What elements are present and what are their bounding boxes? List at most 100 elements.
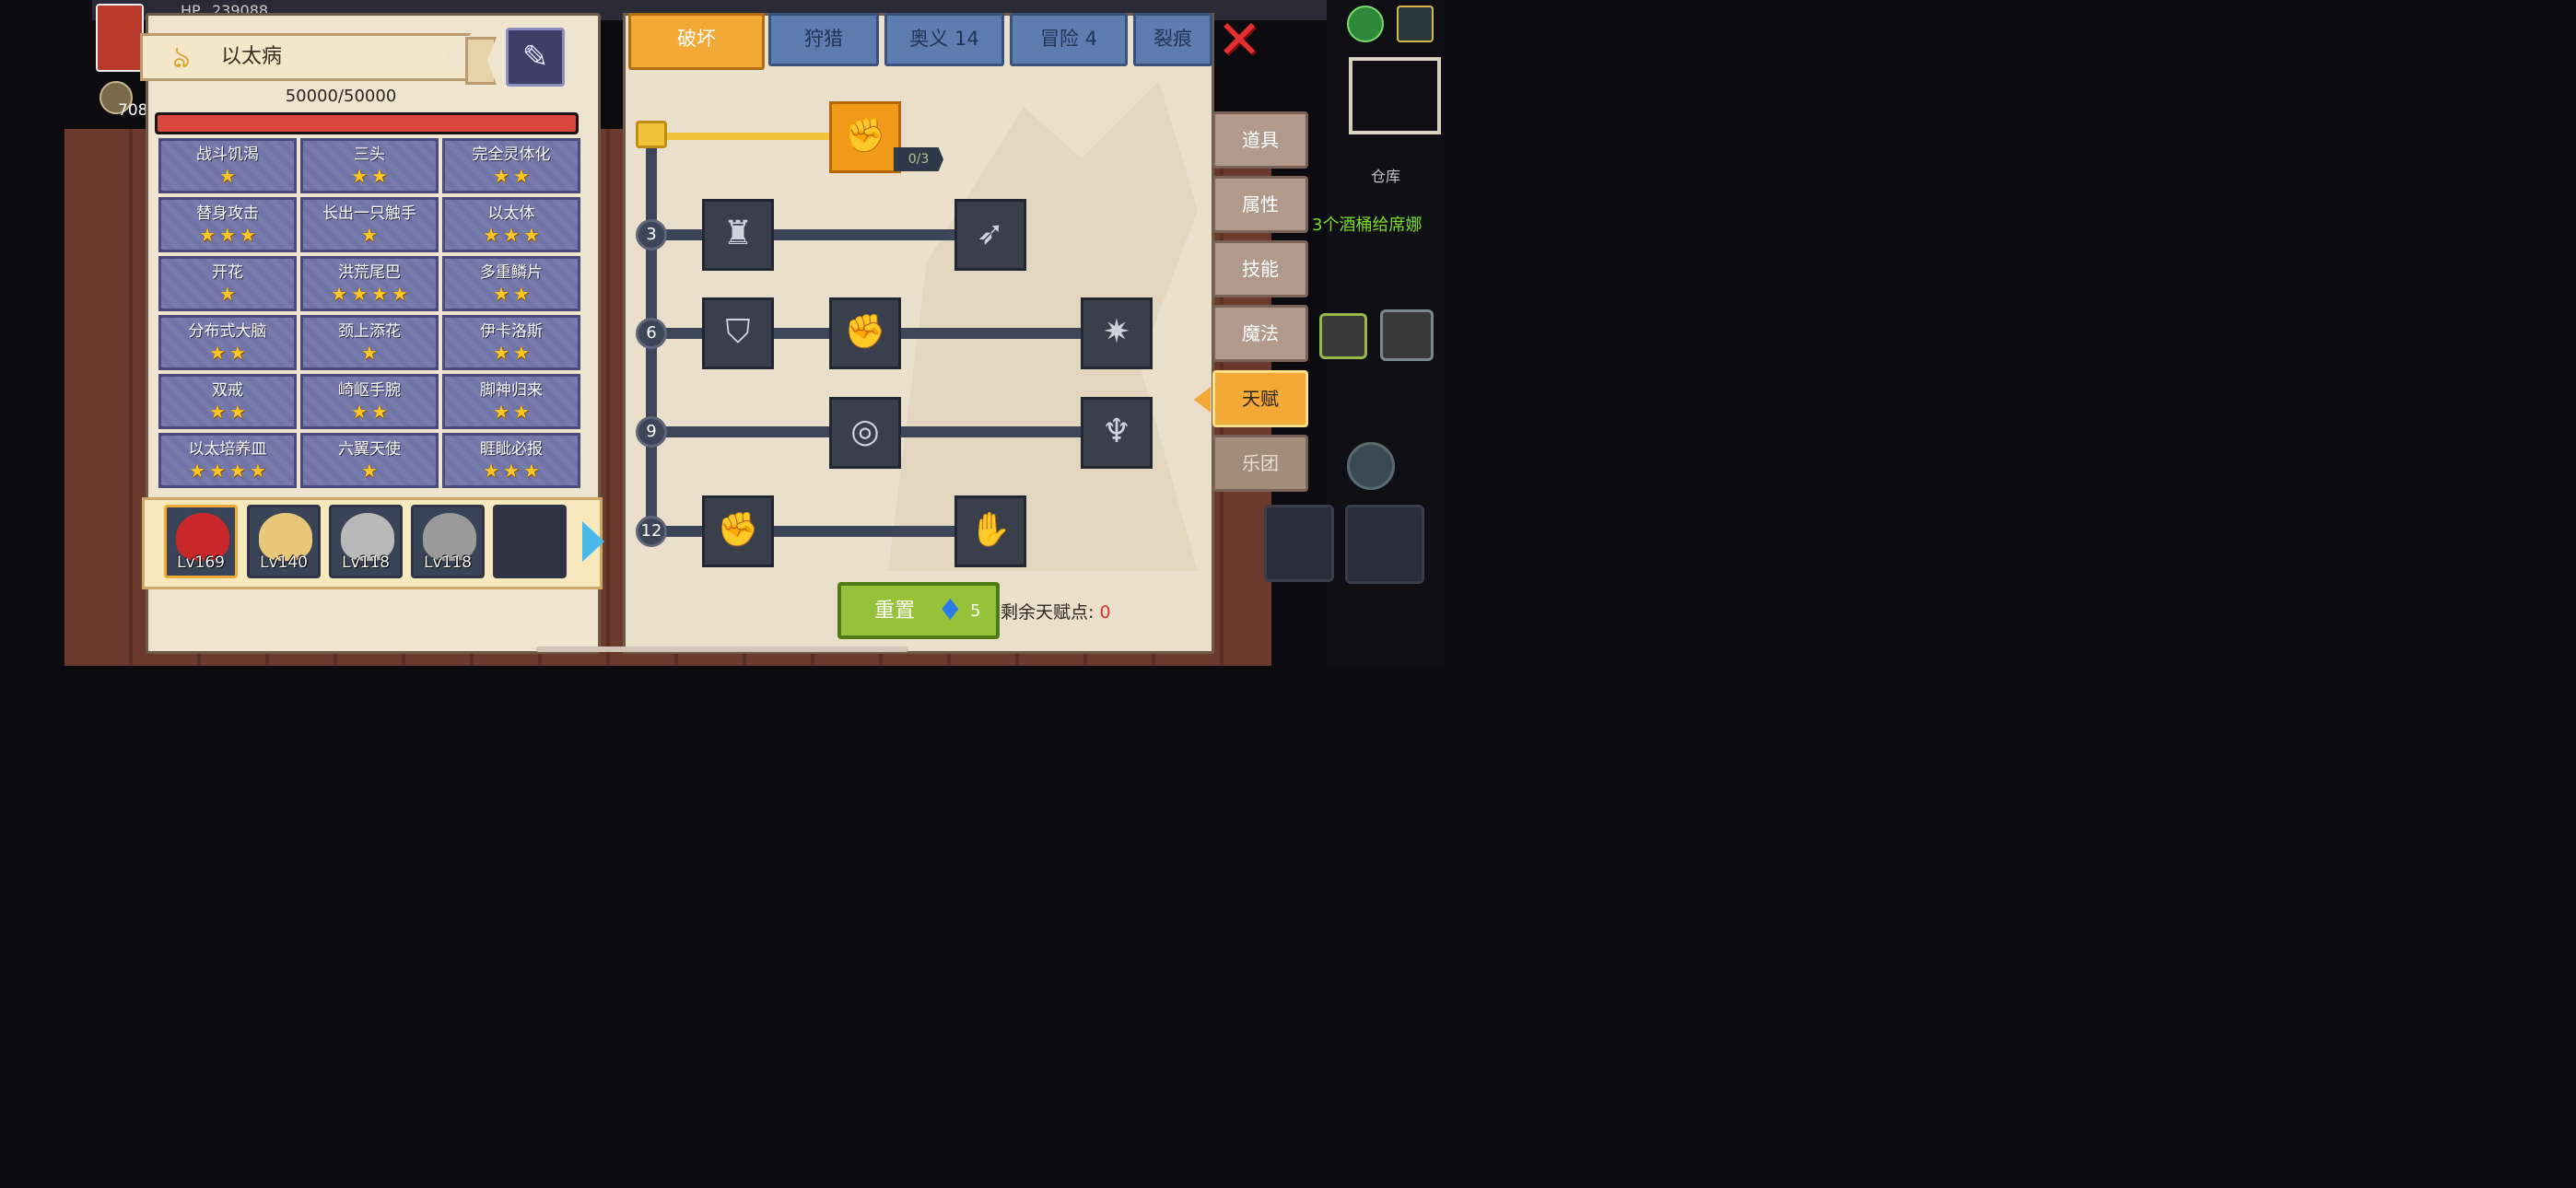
talent-muscle-icon[interactable]: ♜	[702, 199, 774, 271]
tab-destroy[interactable]: 破坏	[628, 13, 765, 70]
sword-slot[interactable]	[1264, 505, 1334, 582]
trait-cell[interactable]: 战斗饥渴 ★	[158, 138, 297, 193]
side-tab-magic[interactable]: 魔法	[1212, 305, 1308, 362]
trait-name: 脚神归来	[480, 381, 543, 400]
trait-cell[interactable]: 伊卡洛斯 ★ ★	[442, 315, 580, 370]
tab-adventure[interactable]: 冒险 4	[1010, 13, 1128, 66]
trait-name: 崎岖手腕	[338, 381, 401, 400]
side-tab-attributes[interactable]: 属性	[1212, 176, 1308, 233]
star-icon: ★	[209, 460, 226, 482]
talent-splash-icon[interactable]: ✷	[1081, 297, 1153, 369]
star-icon: ★	[493, 342, 509, 364]
trait-cell[interactable]: 以太体 ★ ★ ★	[442, 197, 580, 252]
star-icon: ★	[229, 401, 246, 423]
trait-cell[interactable]: 洪荒尾巴 ★ ★ ★ ★	[300, 256, 439, 311]
side-tab-band[interactable]: 乐团	[1212, 435, 1308, 492]
star-icon: ★	[239, 224, 256, 246]
tier-badge: 12	[636, 516, 667, 547]
trait-stars: ★ ★ ★	[483, 460, 540, 481]
star-icon: ★	[522, 460, 540, 482]
star-icon: ★	[229, 342, 246, 364]
minimap[interactable]	[1349, 57, 1441, 134]
tab-rift[interactable]: 裂痕	[1133, 13, 1212, 66]
trait-name: 完全灵体化	[472, 146, 551, 164]
star-icon: ★	[503, 460, 520, 482]
trait-name: 以太体	[487, 204, 535, 223]
trait-cell[interactable]: 开花 ★	[158, 256, 297, 311]
trait-cell[interactable]: 替身攻击 ★ ★ ★	[158, 197, 297, 252]
talent-arrow-icon[interactable]: ➶	[954, 199, 1026, 271]
exit-map-icon[interactable]	[1397, 6, 1434, 42]
syringe-button[interactable]: ✎	[506, 28, 565, 87]
boss-hp-fill	[158, 115, 576, 132]
trait-stars: ★	[219, 284, 236, 304]
side-tab-talent[interactable]: 天赋	[1212, 370, 1308, 427]
trait-cell[interactable]: 长出一只触手 ★	[300, 197, 439, 252]
shuriken-button[interactable]	[1347, 442, 1395, 490]
team-member-2[interactable]: Lv140	[247, 505, 321, 578]
talent-punch-icon[interactable]: ✊	[829, 297, 901, 369]
egg-slot[interactable]	[1380, 309, 1434, 361]
star-icon: ★	[361, 460, 378, 482]
trait-cell[interactable]: 以太培养皿 ★ ★ ★ ★	[158, 433, 297, 488]
star-icon: ★	[199, 224, 217, 246]
tier-badge: 6	[636, 318, 667, 349]
ether-wind-icon: ঌ	[172, 40, 191, 75]
team-member-3[interactable]: Lv118	[329, 505, 403, 578]
reset-gem-count: 5	[970, 601, 981, 621]
talent-fist-icon[interactable]: ✊	[702, 495, 774, 567]
team-slot-empty[interactable]	[493, 505, 567, 578]
trait-cell[interactable]: 双戒 ★ ★	[158, 374, 297, 429]
talent-glove-icon[interactable]: ✋	[954, 495, 1026, 567]
trait-stars: ★ ★	[493, 343, 530, 363]
quest-text[interactable]: 3个酒桶给席娜	[1312, 212, 1422, 236]
trait-name: 双戒	[212, 381, 243, 400]
talent-ripple-icon[interactable]: ◎	[829, 397, 901, 469]
potion-slot[interactable]	[1319, 313, 1367, 359]
team-member-4[interactable]: Lv118	[411, 505, 485, 578]
trait-cell[interactable]: 睚眦必报 ★ ★ ★	[442, 433, 580, 488]
warehouse-label: 仓库	[1371, 168, 1401, 185]
trait-name: 分布式大脑	[188, 322, 267, 341]
star-icon: ★	[371, 283, 388, 305]
talent-shield-break-icon[interactable]: ⛉	[702, 297, 774, 369]
trait-cell[interactable]: 颈上添花 ★	[300, 315, 439, 370]
side-tab-skills[interactable]: 技能	[1212, 240, 1308, 297]
reset-button[interactable]: 重置 ♦ 5	[837, 582, 1000, 639]
bow-slot[interactable]	[1345, 505, 1424, 584]
close-icon[interactable]: ✕	[1214, 13, 1264, 66]
trait-stars: ★ ★ ★	[199, 225, 256, 245]
trait-name: 伊卡洛斯	[480, 322, 543, 341]
star-icon: ★	[493, 165, 509, 187]
tier-badge: 3	[636, 219, 667, 250]
tab-mystery[interactable]: 奥义 14	[884, 13, 1004, 66]
trait-cell[interactable]: 分布式大脑 ★ ★	[158, 315, 297, 370]
side-tab-items[interactable]: 道具	[1212, 111, 1308, 169]
talent-root-node	[636, 121, 667, 148]
star-icon: ★	[361, 224, 378, 246]
remaining-points: 剩余天赋点: 0	[1001, 599, 1111, 623]
trait-stars: ★	[219, 166, 236, 186]
trait-cell[interactable]: 六翼天使 ★	[300, 433, 439, 488]
tab-hunt[interactable]: 狩猎	[768, 13, 879, 66]
trait-cell[interactable]: 崎岖手腕 ★ ★	[300, 374, 439, 429]
team-member-1[interactable]: Lv169	[164, 505, 238, 578]
trait-cell[interactable]: 完全灵体化 ★ ★	[442, 138, 580, 193]
trait-name: 多重鳞片	[480, 263, 543, 282]
trait-cell[interactable]: 多重鳞片 ★ ★	[442, 256, 580, 311]
player-avatar[interactable]	[96, 4, 144, 72]
remaining-points-label: 剩余天赋点:	[1001, 602, 1095, 623]
trait-grid: 战斗饥渴 ★ 三头 ★ ★ 完全灵体化 ★ ★ 替身攻击 ★ ★ ★ 长出一只触手 ★ 以太体 ★ ★ ★ 开花 ★ 洪…	[158, 138, 584, 488]
globe-icon[interactable]	[1347, 6, 1384, 42]
trait-stars: ★ ★	[493, 166, 530, 186]
boss-name: 以太病	[221, 45, 283, 68]
trait-stars: ★ ★	[493, 284, 530, 304]
next-arrow-icon[interactable]	[582, 521, 604, 562]
talent-bat-drop-icon[interactable]: ♆	[1081, 397, 1153, 469]
trait-cell[interactable]: 三头 ★ ★	[300, 138, 439, 193]
trait-cell[interactable]: 脚神归来 ★ ★	[442, 374, 580, 429]
trait-stars: ★ ★ ★	[483, 225, 540, 245]
trait-stars: ★ ★	[209, 402, 246, 422]
star-icon: ★	[493, 283, 509, 305]
talent-arm-wrestle-icon[interactable]: ✊	[829, 101, 901, 173]
